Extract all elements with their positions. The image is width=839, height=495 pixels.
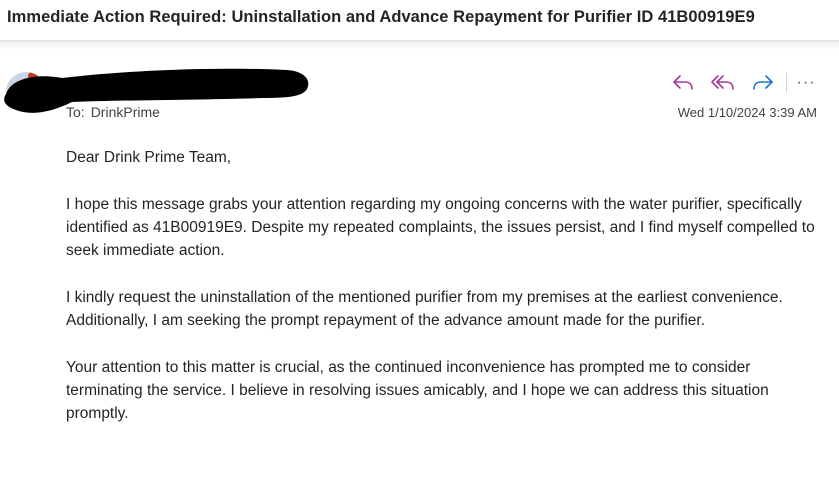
more-actions-button[interactable]: ··· xyxy=(791,70,821,96)
reply-all-icon xyxy=(711,75,734,90)
reply-icon xyxy=(673,75,693,90)
recipient-name[interactable]: DrinkPrime xyxy=(91,104,160,120)
actions-separator xyxy=(786,73,787,93)
avatar-status-indicator xyxy=(28,72,42,80)
email-subject: Immediate Action Required: Uninstallatio… xyxy=(7,8,755,26)
email-body: Dear Drink Prime Team, I hope this messa… xyxy=(66,146,826,449)
to-label: To: xyxy=(66,104,85,120)
email-paragraph-1: I hope this message grabs your attention… xyxy=(66,196,815,259)
message-actions: ··· xyxy=(668,70,821,96)
reply-button[interactable] xyxy=(668,70,698,96)
header-divider xyxy=(0,40,839,50)
sender-avatar[interactable] xyxy=(6,72,46,112)
email-paragraph-3: Your attention to this matter is crucial… xyxy=(66,359,769,422)
forward-icon xyxy=(753,75,773,90)
sent-datetime: Wed 1/10/2024 3:39 AM xyxy=(677,105,817,120)
subject-bar: Immediate Action Required: Uninstallatio… xyxy=(0,0,839,40)
email-greeting: Dear Drink Prime Team, xyxy=(66,149,232,166)
reply-all-button[interactable] xyxy=(708,70,738,96)
forward-button[interactable] xyxy=(748,70,778,96)
email-paragraph-2: I kindly request the uninstallation of t… xyxy=(66,289,783,329)
recipient-line: To: DrinkPrime xyxy=(66,104,160,120)
email-reading-pane: Immediate Action Required: Uninstallatio… xyxy=(0,0,839,495)
